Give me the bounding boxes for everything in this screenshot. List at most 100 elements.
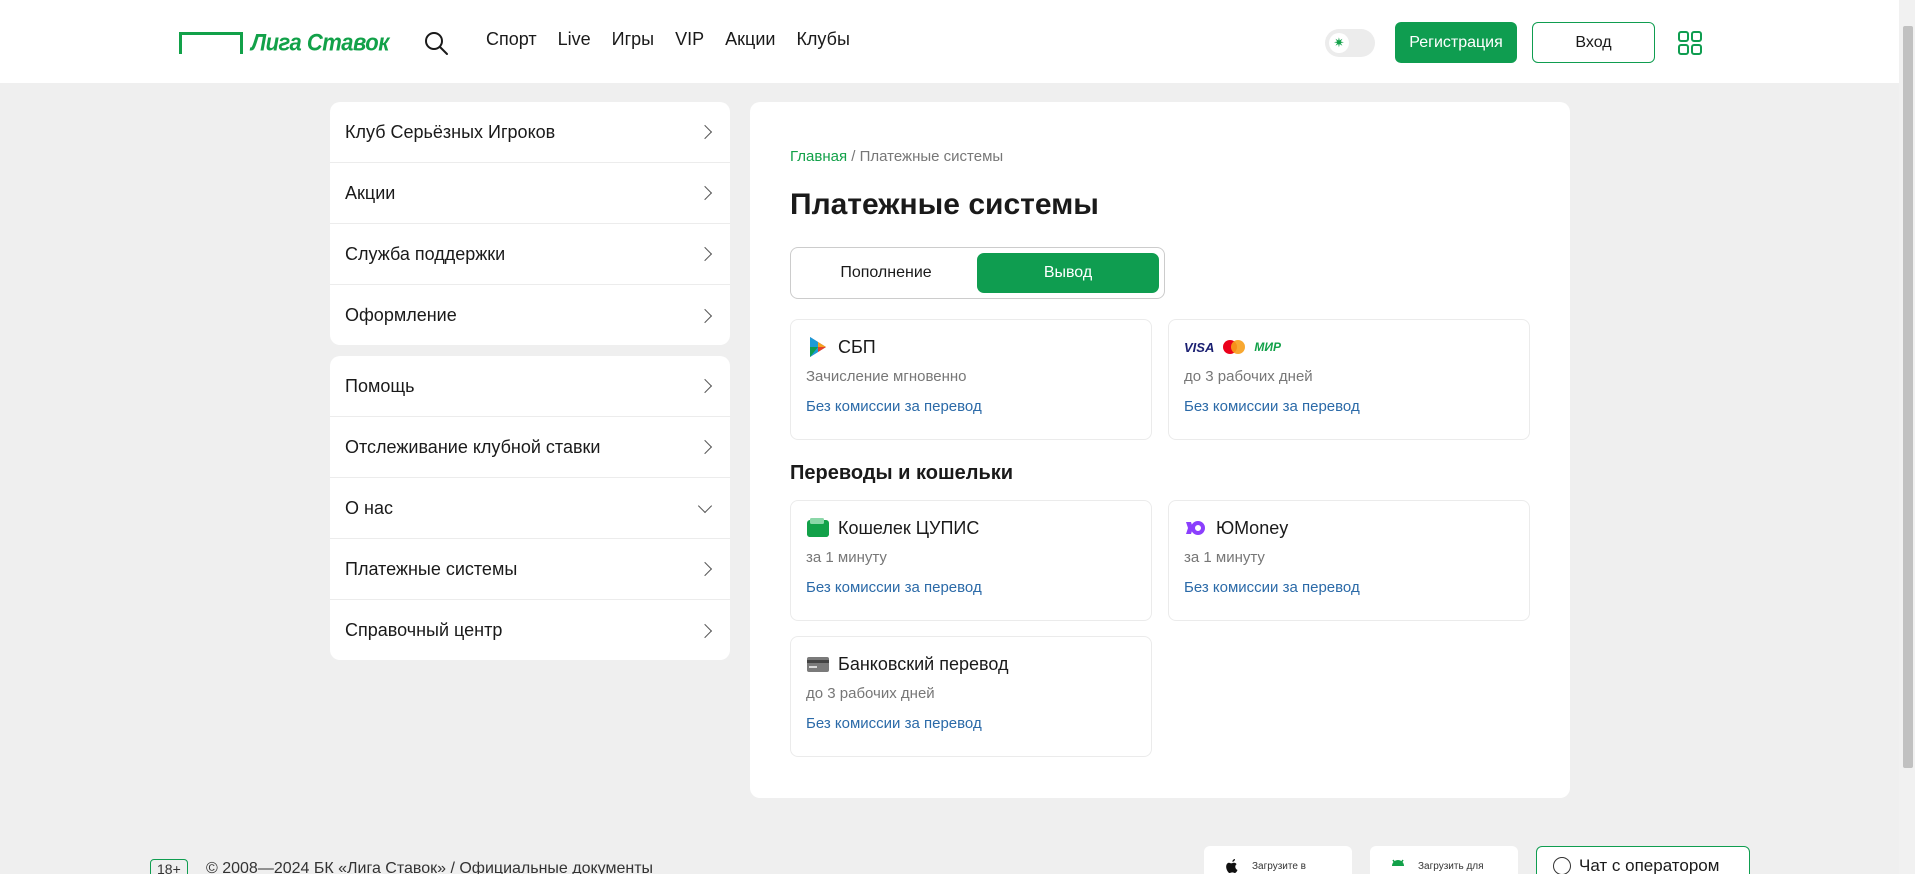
card-logos: VISA МИР <box>1184 334 1514 360</box>
chevron-right-icon <box>697 623 713 638</box>
card-name: ЮMoney <box>1216 517 1289 538</box>
top-header: Лига Ставок Спорт Live Игры VIP Акции Кл… <box>0 0 1899 83</box>
logo[interactable]: Лига Ставок <box>179 28 389 57</box>
card-name: СБП <box>838 336 876 357</box>
chevron-down-icon <box>697 498 713 513</box>
chevron-right-icon <box>697 246 713 262</box>
register-button[interactable]: Регистрация <box>1395 22 1517 63</box>
payment-card-bank-cards[interactable]: VISA МИР до 3 рабочих дней Без комиссии … <box>1168 319 1530 440</box>
sidebar-group-2: Помощь Отслеживание клубной ставки О нас… <box>330 356 730 660</box>
apps-grid-icon[interactable] <box>1678 31 1702 55</box>
chevron-right-icon <box>697 439 713 455</box>
sidebar-item-label: Отслеживание клубной ставки <box>345 436 601 457</box>
breadcrumb-separator: / <box>851 148 856 165</box>
sidebar-item-label: Справочный центр <box>345 620 503 640</box>
sidebar-item-label: О нас <box>345 497 393 518</box>
main-content: Главная / Платежные системы Платежные си… <box>750 102 1570 798</box>
chevron-right-icon <box>697 378 713 394</box>
yoomoney-icon <box>1186 521 1205 535</box>
sidebar-item-label: Акции <box>345 182 396 203</box>
card-name: Банковский перевод <box>838 653 1009 674</box>
visa-icon: VISA <box>1184 339 1215 355</box>
card-fee-link[interactable]: Без комиссии за перевод <box>806 715 1136 732</box>
nav-item-sport[interactable]: Спорт <box>486 29 537 50</box>
sidebar-item-label: Помощь <box>345 375 415 396</box>
breadcrumb-current: Платежные системы <box>859 148 1004 165</box>
chat-label: Чат с оператором <box>1579 856 1720 874</box>
sidebar-item-label: Служба поддержки <box>345 243 506 264</box>
sidebar-item-design[interactable]: Оформление <box>330 285 730 345</box>
mastercard-icon <box>1223 340 1246 354</box>
tab-withdrawal[interactable]: Вывод <box>977 253 1159 293</box>
sidebar-group-1: Клуб Серьёзных Игроков Акции Служба подд… <box>330 102 730 345</box>
card-name: Кошелек ЦУПИС <box>838 517 980 538</box>
app-store-button[interactable]: Загрузите в <box>1204 846 1352 874</box>
sidebar-item-support[interactable]: Служба поддержки <box>330 224 730 285</box>
logo-text: Лига Ставок <box>251 28 389 57</box>
card-timing: до 3 рабочих дней <box>1184 368 1313 385</box>
card-fee-link[interactable]: Без комиссии за перевод <box>1184 398 1514 415</box>
card-fee-link[interactable]: Без комиссии за перевод <box>1184 579 1514 596</box>
sidebar-item-payment-systems[interactable]: Платежные системы <box>330 539 730 600</box>
android-store-button[interactable]: Загрузить для <box>1370 846 1518 874</box>
payment-direction-tabs: Пополнение Вывод <box>790 247 1165 299</box>
nav-item-clubs[interactable]: Клубы <box>796 29 849 50</box>
sbp-icon <box>810 337 826 357</box>
nav-item-live[interactable]: Live <box>558 29 591 50</box>
card-header: СБП <box>806 334 1136 360</box>
sidebar-item-promotions[interactable]: Акции <box>330 163 730 224</box>
chevron-right-icon <box>697 124 713 140</box>
sidebar-item-label: Платежные системы <box>345 558 518 579</box>
tab-deposit[interactable]: Пополнение <box>795 253 977 293</box>
app-store-label: Загрузите в <box>1252 860 1306 872</box>
nav-item-games[interactable]: Игры <box>612 29 654 50</box>
sidebar-item-tracking[interactable]: Отслеживание клубной ставки <box>330 417 730 478</box>
card-timing: за 1 минуту <box>1184 549 1265 566</box>
payment-card-bank-transfer[interactable]: Банковский перевод до 3 рабочих дней Без… <box>790 636 1152 757</box>
sidebar-item-label: Клуб Серьёзных Игроков <box>345 121 556 142</box>
card-timing: Зачисление мгновенно <box>806 368 967 385</box>
sidebar-item-help[interactable]: Помощь <box>330 356 730 417</box>
card-header: Кошелек ЦУПИС <box>806 515 1136 541</box>
payment-card-sbp[interactable]: СБП Зачисление мгновенно Без комиссии за… <box>790 319 1152 440</box>
footer: 18+ © 2008—2024 БК «Лига Ставок» / Офици… <box>0 846 1899 874</box>
chevron-right-icon <box>697 308 713 323</box>
payment-card-cupis[interactable]: Кошелек ЦУПИС за 1 минуту Без комиссии з… <box>790 500 1152 621</box>
sidebar-item-about[interactable]: О нас <box>330 478 730 539</box>
bank-card-icon <box>807 657 829 672</box>
page-scrollbar[interactable] <box>1899 0 1915 874</box>
mir-icon: МИР <box>1254 340 1281 354</box>
search-icon[interactable] <box>423 30 449 56</box>
android-icon <box>1392 859 1404 866</box>
main-nav: Спорт Live Игры VIP Акции Клубы <box>486 29 871 50</box>
card-timing: за 1 минуту <box>806 549 887 566</box>
payment-card-yoomoney[interactable]: ЮMoney за 1 минуту Без комиссии за перев… <box>1168 500 1530 621</box>
chevron-right-icon <box>697 561 713 577</box>
card-fee-link[interactable]: Без комиссии за перевод <box>806 579 1136 596</box>
apple-icon <box>1226 859 1238 873</box>
logo-mark-icon <box>179 32 243 54</box>
section-title-wallets: Переводы и кошельки <box>790 462 1014 484</box>
sidebar-item-club[interactable]: Клуб Серьёзных Игроков <box>330 102 730 163</box>
login-button[interactable]: Вход <box>1532 22 1655 63</box>
page-title: Платежные системы <box>790 188 1099 221</box>
scrollbar-thumb[interactable] <box>1903 26 1913 768</box>
nav-item-promotions[interactable]: Акции <box>725 29 775 50</box>
age-restriction-badge: 18+ <box>150 859 188 874</box>
theme-toggle[interactable]: ✷ <box>1325 29 1375 57</box>
sidebar-item-help-center[interactable]: Справочный центр <box>330 600 730 660</box>
android-store-label: Загрузить для <box>1418 860 1484 872</box>
chat-with-operator-button[interactable]: Чат с оператором <box>1536 846 1750 874</box>
card-header: ЮMoney <box>1184 515 1514 541</box>
wallet-icon <box>807 518 829 537</box>
card-fee-link[interactable]: Без комиссии за перевод <box>806 398 1136 415</box>
sun-icon: ✷ <box>1329 33 1349 53</box>
card-header: Банковский перевод <box>806 651 1136 677</box>
breadcrumb-home-link[interactable]: Главная <box>790 148 847 165</box>
chat-icon <box>1553 857 1571 874</box>
chevron-right-icon <box>697 185 713 201</box>
breadcrumb: Главная / Платежные системы <box>790 148 1003 165</box>
nav-item-vip[interactable]: VIP <box>675 29 704 50</box>
copyright-text[interactable]: © 2008—2024 БК «Лига Ставок» / Официальн… <box>206 860 653 874</box>
sidebar-item-label: Оформление <box>345 305 457 325</box>
